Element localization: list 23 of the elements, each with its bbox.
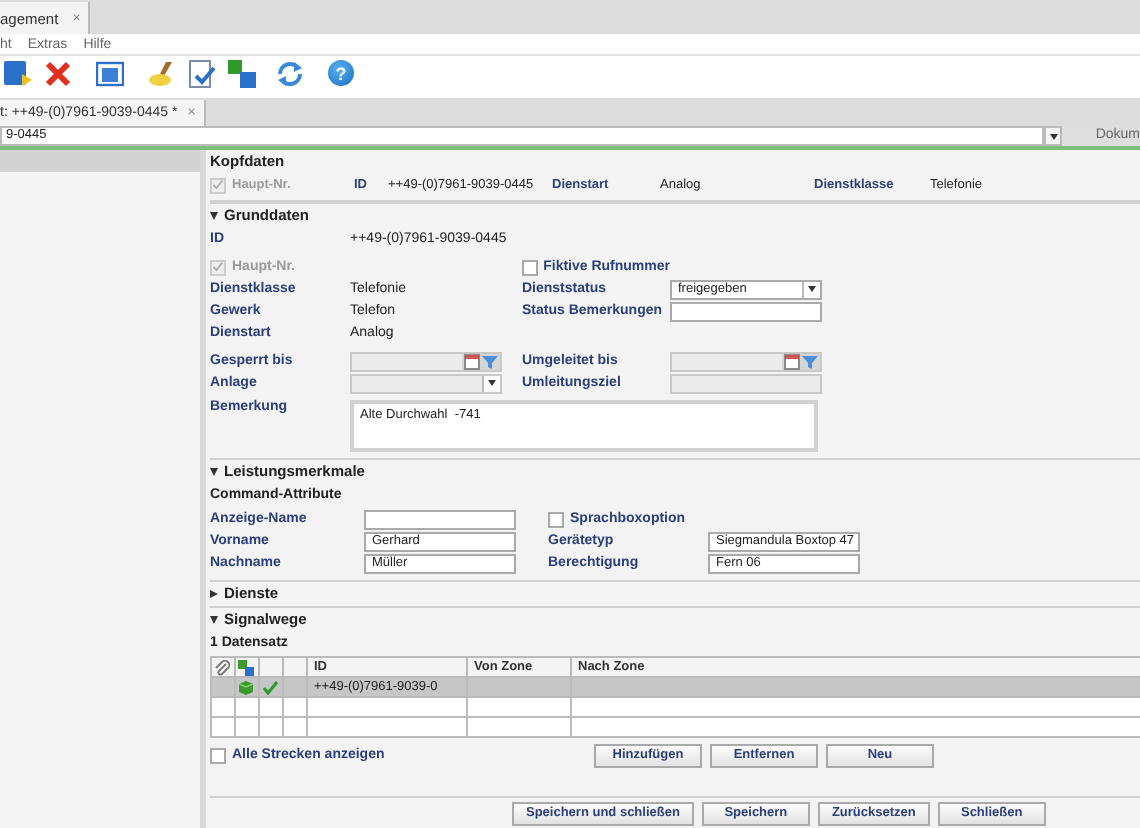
expand-arrow-icon[interactable] xyxy=(210,590,218,598)
cubes-icon[interactable] xyxy=(228,59,256,87)
input-field[interactable] xyxy=(670,301,822,321)
brush-icon[interactable] xyxy=(148,59,176,87)
document-check-icon[interactable] xyxy=(188,59,216,87)
dropdown-button[interactable] xyxy=(1044,126,1062,146)
caret-icon xyxy=(488,380,496,386)
cube-icon xyxy=(238,679,254,695)
checkbox[interactable] xyxy=(548,511,564,527)
expand-arrow-icon[interactable] xyxy=(210,468,218,476)
save-icon[interactable] xyxy=(4,59,32,87)
window-icon[interactable] xyxy=(96,59,124,87)
checkbox[interactable] xyxy=(522,259,538,275)
delete-icon[interactable] xyxy=(44,59,72,87)
expand-arrow-icon[interactable] xyxy=(210,212,218,220)
caret-icon xyxy=(808,286,816,292)
refresh-icon[interactable] xyxy=(276,59,304,87)
checkmark-icon xyxy=(262,679,278,695)
expand-arrow-icon[interactable] xyxy=(210,616,218,624)
checkbox[interactable] xyxy=(210,747,226,763)
cubes-icon[interactable] xyxy=(238,659,254,675)
input-field[interactable] xyxy=(364,509,516,529)
paperclip-icon[interactable] xyxy=(214,659,230,675)
